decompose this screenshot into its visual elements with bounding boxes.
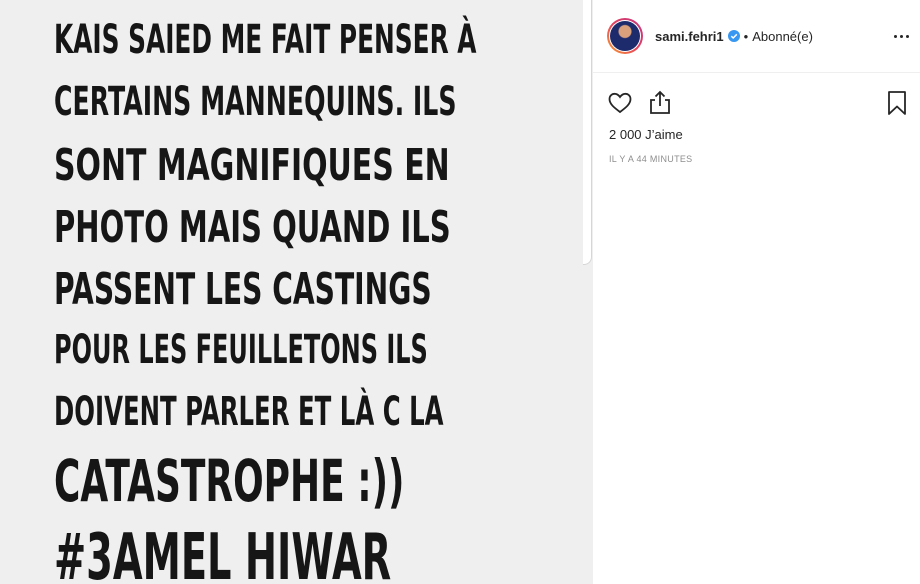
post-text-line: PASSENT LES CASTINGS bbox=[54, 264, 432, 315]
post-text-line: #3AMEL HIWAR bbox=[54, 521, 392, 584]
likes-number: 2 000 bbox=[609, 127, 642, 142]
avatar-image bbox=[610, 21, 640, 51]
likes-count[interactable]: 2 000 J’aime bbox=[593, 127, 920, 142]
heart-icon[interactable] bbox=[606, 89, 634, 117]
verified-badge-icon bbox=[727, 30, 740, 42]
more-options-button[interactable] bbox=[891, 26, 911, 46]
share-icon[interactable] bbox=[646, 89, 674, 117]
post-image[interactable]: KAIS SAIED ME FAIT PENSER À CERTAINS MAN… bbox=[0, 0, 592, 584]
dot-icon bbox=[905, 34, 909, 38]
image-edge bbox=[583, 0, 592, 265]
post-side-panel: sami.fehri1 • Abonné(e) 2 000 J’aime IL … bbox=[592, 0, 920, 584]
separator-dot: • bbox=[743, 28, 749, 44]
post-text-line: KAIS SAIED ME FAIT PENSER À bbox=[54, 17, 477, 63]
post-text-line: DOIVENT PARLER ET LÀ C LA bbox=[54, 389, 444, 435]
post-text-line: POUR LES FEUILLETONS ILS bbox=[54, 327, 428, 373]
post-text-line: PHOTO MAIS QUAND ILS bbox=[54, 202, 451, 253]
dot-icon bbox=[893, 34, 897, 38]
avatar[interactable] bbox=[607, 18, 643, 54]
bookmark-icon[interactable] bbox=[883, 89, 911, 117]
post-text-line: SONT MAGNIFIQUES EN bbox=[54, 140, 450, 191]
post-actions bbox=[593, 83, 920, 127]
post-image-text: KAIS SAIED ME FAIT PENSER À CERTAINS MAN… bbox=[54, 20, 534, 584]
likes-label: J’aime bbox=[645, 127, 683, 142]
follow-status-button[interactable]: Abonné(e) bbox=[752, 29, 813, 44]
post-text-line: CERTAINS MANNEQUINS. ILS bbox=[54, 79, 457, 125]
dot-icon bbox=[899, 34, 903, 38]
username-link[interactable]: sami.fehri1 bbox=[655, 29, 724, 44]
post-header: sami.fehri1 • Abonné(e) bbox=[593, 0, 920, 73]
post-text-line: CATASTROPHE :)) bbox=[54, 447, 405, 515]
post-timestamp[interactable]: IL Y A 44 MINUTES bbox=[593, 154, 920, 164]
